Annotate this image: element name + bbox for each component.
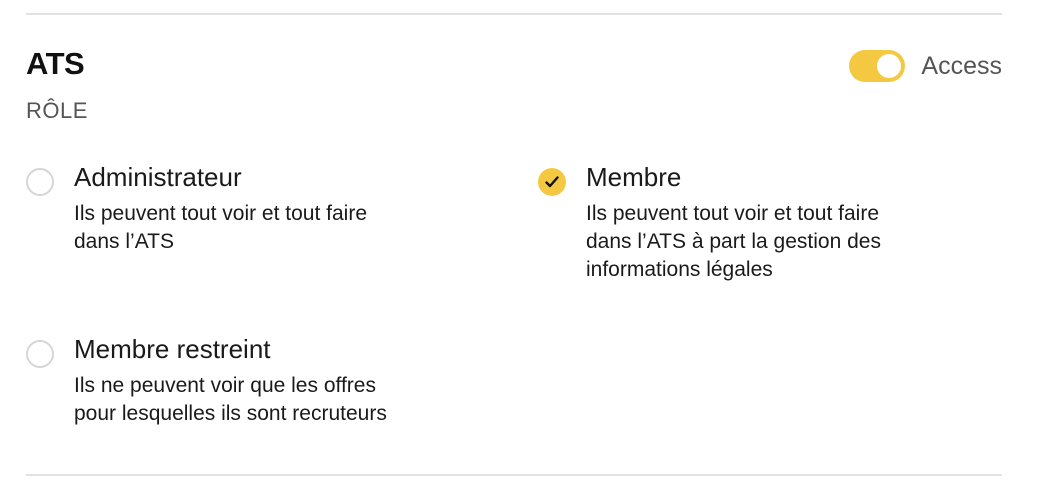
top-divider — [26, 13, 1002, 15]
access-toggle[interactable] — [849, 50, 906, 82]
section-subtitle: RÔLE — [26, 98, 88, 123]
access-control: Access — [849, 50, 1002, 82]
radio-checked-icon[interactable] — [538, 168, 566, 196]
role-option-membre-restreint[interactable]: Membre restreint Ils ne peuvent voir que… — [26, 334, 496, 428]
role-description: Ils peuvent tout voir et tout faire dans… — [74, 202, 367, 253]
role-option-membre[interactable]: Membre Ils peuvent tout voir et tout fai… — [538, 162, 978, 284]
role-option-administrateur[interactable]: Administrateur Ils peuvent tout voir et … — [26, 162, 466, 256]
role-label: Membre — [586, 162, 682, 192]
role-description: Ils peuvent tout voir et tout faire dans… — [586, 202, 881, 281]
radio-unchecked-icon[interactable] — [26, 168, 54, 196]
access-label: Access — [921, 51, 1002, 80]
role-label: Administrateur — [74, 162, 242, 192]
checkmark-icon — [545, 176, 559, 188]
role-label: Membre restreint — [74, 334, 271, 364]
role-description: Ils ne peuvent voir que les offres pour … — [74, 374, 387, 425]
ats-role-panel: ATS RÔLE Access Administrateur Ils peuve… — [0, 0, 1056, 488]
toggle-knob — [877, 54, 902, 78]
section-title: ATS — [26, 46, 85, 81]
radio-unchecked-icon[interactable] — [26, 340, 54, 368]
bottom-divider — [26, 474, 1002, 476]
